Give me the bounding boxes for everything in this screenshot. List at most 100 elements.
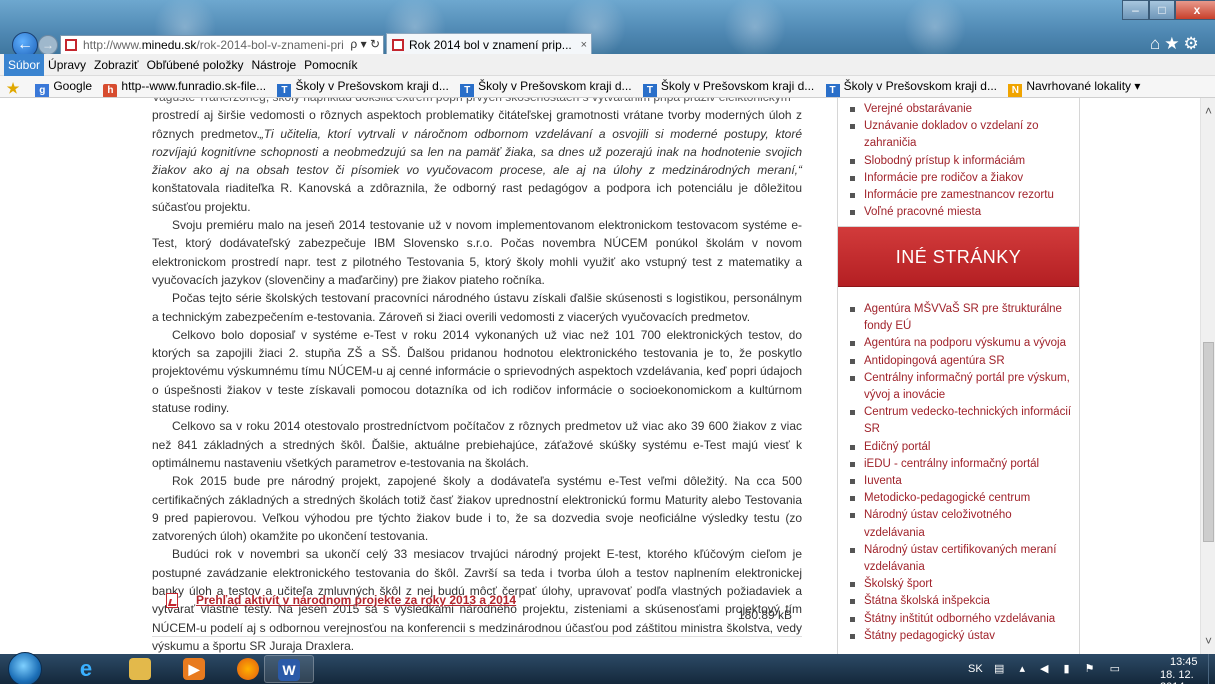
sidebar-link[interactable]: Centrum vedecko-technických informácií S… [848, 404, 1073, 438]
t-icon: T [642, 84, 657, 97]
t-icon: T [277, 84, 292, 97]
taskbar-file-explorer[interactable] [116, 655, 166, 683]
sidebar-link[interactable]: Slobodný prístup k informáciám [848, 153, 1073, 170]
fav-label: http--www.funradio.sk-file... [121, 79, 267, 93]
close-button[interactable]: x [1175, 0, 1215, 20]
maximize-button[interactable]: □ [1149, 0, 1175, 20]
page-content: Vaguste Tranerzoneg, skoly napriklad dok… [0, 98, 1215, 654]
article-paragraph: prostredí aj širšie vedomosti o rôznych … [152, 106, 802, 216]
sidebar-link[interactable]: Agentúra MŠVVaŠ SR pre štrukturálne fond… [848, 301, 1073, 335]
fav-skoly-4[interactable]: T Školy v Prešovskom kraji d... [825, 76, 997, 97]
funradio-icon: h [103, 84, 118, 97]
taskbar-internet-explorer[interactable]: e [62, 655, 112, 683]
sidebar-links-box: Verejné obstarávanie Uznávanie dokladov … [837, 98, 1080, 236]
pdf-icon [166, 593, 178, 608]
attachment-link[interactable]: Prehľad aktivít v národnom projekte za r… [196, 593, 516, 607]
start-button[interactable] [8, 652, 42, 684]
url-domain: minedu.sk [141, 38, 197, 52]
fav-skoly-2[interactable]: T Školy v Prešovskom kraji d... [460, 76, 632, 97]
t-icon: T [825, 84, 840, 97]
fav-label: Školy v Prešovskom kraji d... [295, 79, 449, 93]
paragraph-text: konštatovala riaditeľka R. Kanovská a zd… [152, 181, 802, 214]
menu-file[interactable]: Súbor [4, 54, 45, 76]
browser-titlebar: ← → http://www.minedu.sk/rok-2014-bol-v-… [0, 0, 1215, 58]
sidebar-link[interactable]: Verejné obstarávanie [848, 101, 1073, 118]
site-favicon [65, 39, 77, 51]
article-paragraph: Celkovo bolo doposiaľ v systéme e-Test v… [152, 327, 802, 416]
fav-label: Navrhované lokality ▾ [1026, 79, 1141, 93]
home-favorites-tools-icons[interactable]: ⌂★⚙ [1150, 34, 1203, 54]
minimize-button[interactable]: – [1122, 0, 1149, 20]
address-tools[interactable]: ρ ▾ ↻ [344, 37, 382, 53]
favorites-bar: ★ g Google h http--www.funradio.sk-file...… [0, 76, 1215, 98]
menu-tools[interactable]: Nástroje [247, 54, 300, 76]
url-path: /rok-2014-bol-v-znameni-prip [196, 38, 351, 52]
fav-skoly-1[interactable]: T Školy v Prešovskom kraji d... [277, 76, 449, 97]
star-icon: ★ [6, 80, 20, 96]
sidebar-link[interactable]: Národný ústav celoživotného vzdelávania [848, 507, 1073, 541]
sidebar-link[interactable]: Štátny inštitút odborného vzdelávania [848, 611, 1073, 628]
clock-time[interactable]: 13:45 [1170, 656, 1198, 668]
sidebar-link[interactable]: Centrálny informačný portál pre výskum, … [848, 370, 1073, 404]
forward-button[interactable]: → [38, 35, 58, 55]
sidebar-link[interactable]: Štátny pedagogický ústav [848, 628, 1073, 645]
show-desktop-button[interactable] [1208, 654, 1215, 684]
scroll-up-arrow[interactable]: ˄ [1201, 104, 1215, 118]
article-paragraph: Počas tejto série školských testovaní pr… [152, 291, 802, 324]
menu-edit[interactable]: Úpravy [44, 54, 90, 76]
sidebar-link[interactable]: Informácie pre rodičov a žiakov [848, 170, 1073, 187]
menu-favorites[interactable]: Obľúbené položky [143, 54, 248, 76]
background-blob [720, 0, 790, 54]
sidebar-link[interactable]: Školský šport [848, 576, 1073, 593]
vertical-scrollbar[interactable]: ˄ ˅ [1200, 98, 1215, 654]
clock-date[interactable]: 18. 12. 2014 [1160, 669, 1215, 684]
folder-icon [129, 658, 151, 680]
sidebar-link[interactable]: Metodicko-pedagogické centrum [848, 490, 1073, 507]
sidebar-link[interactable]: Edičný portál [848, 439, 1073, 456]
window-controls: – □ x [1122, 0, 1215, 22]
language-indicator[interactable]: SK [968, 654, 983, 684]
tab-favicon [392, 39, 404, 51]
sidebar-link[interactable]: iEDU - centrálny informačný portál [848, 456, 1073, 473]
favorites-star[interactable]: ★ [6, 76, 24, 97]
scroll-thumb[interactable] [1203, 342, 1214, 542]
sidebar-link[interactable]: Uznávanie dokladov o vzdelaní zo zahrani… [848, 118, 1073, 152]
article-body: Vaguste Tranerzoneg, skoly napriklad dok… [152, 98, 802, 654]
fav-skoly-3[interactable]: T Školy v Prešovskom kraji d... [642, 76, 815, 97]
taskbar: e ▶ W SK ▤ ▴ ◀ ▮ ⚑ ▭ 13:45 18. 12. 2014 [0, 652, 1215, 684]
menu-view[interactable]: Zobraziť [90, 54, 143, 76]
tab-close-button[interactable]: × [581, 34, 587, 56]
sidebar-link[interactable]: Národný ústav certifikovaných meraní vzd… [848, 542, 1073, 576]
article-paragraph: Rok 2015 bude pre národný projekt, zapoj… [152, 474, 802, 544]
sidebar-link[interactable]: Antidopingová agentúra SR [848, 353, 1073, 370]
internet-explorer-icon: e [79, 656, 93, 681]
sidebar-link[interactable]: Informácie pre zamestnancov rezortu [848, 187, 1073, 204]
fav-navrhovane[interactable]: N Navrhované lokality ▾ [1008, 76, 1141, 97]
article-paragraph: Vaguste Tranerzoneg, skoly napriklad dok… [152, 98, 802, 106]
tab-active[interactable]: Rok 2014 bol v znamení prip... × [386, 33, 592, 56]
fav-google[interactable]: g Google [35, 76, 93, 97]
n-icon: N [1008, 84, 1023, 97]
tray-icons[interactable]: ▤ ▴ ◀ ▮ ⚑ ▭ [994, 654, 1126, 684]
media-player-icon: ▶ [183, 658, 205, 680]
background-blob [900, 0, 970, 54]
menu-help[interactable]: Pomocník [300, 54, 361, 76]
taskbar-media-player[interactable]: ▶ [170, 655, 220, 683]
tab-title: Rok 2014 bol v znamení prip... [409, 38, 572, 52]
fav-label: Google [53, 79, 93, 93]
fav-label: Školy v Prešovskom kraji d... [660, 79, 815, 93]
divider [152, 636, 802, 637]
sidebar-link[interactable]: Iuventa [848, 473, 1073, 490]
fav-funradio[interactable]: h http--www.funradio.sk-file... [103, 76, 267, 97]
address-bar[interactable]: http://www.minedu.sk/rok-2014-bol-v-znam… [60, 35, 384, 55]
sidebar-link[interactable]: Agentúra na podporu výskumu a vývoja [848, 335, 1073, 352]
sidebar-link[interactable]: Voľné pracovné miesta [848, 204, 1073, 221]
taskbar-word[interactable]: W [264, 655, 314, 683]
other-pages-box: INÉ STRÁNKY Agentúra MŠVVaŠ SR pre štruk… [837, 226, 1080, 654]
firefox-icon [237, 658, 259, 680]
word-icon: W [278, 659, 300, 681]
google-icon: g [35, 84, 50, 97]
sidebar-link[interactable]: Štátna školská inšpekcia [848, 593, 1073, 610]
url-prefix: http://www. [83, 38, 142, 52]
scroll-down-arrow[interactable]: ˅ [1201, 634, 1215, 648]
